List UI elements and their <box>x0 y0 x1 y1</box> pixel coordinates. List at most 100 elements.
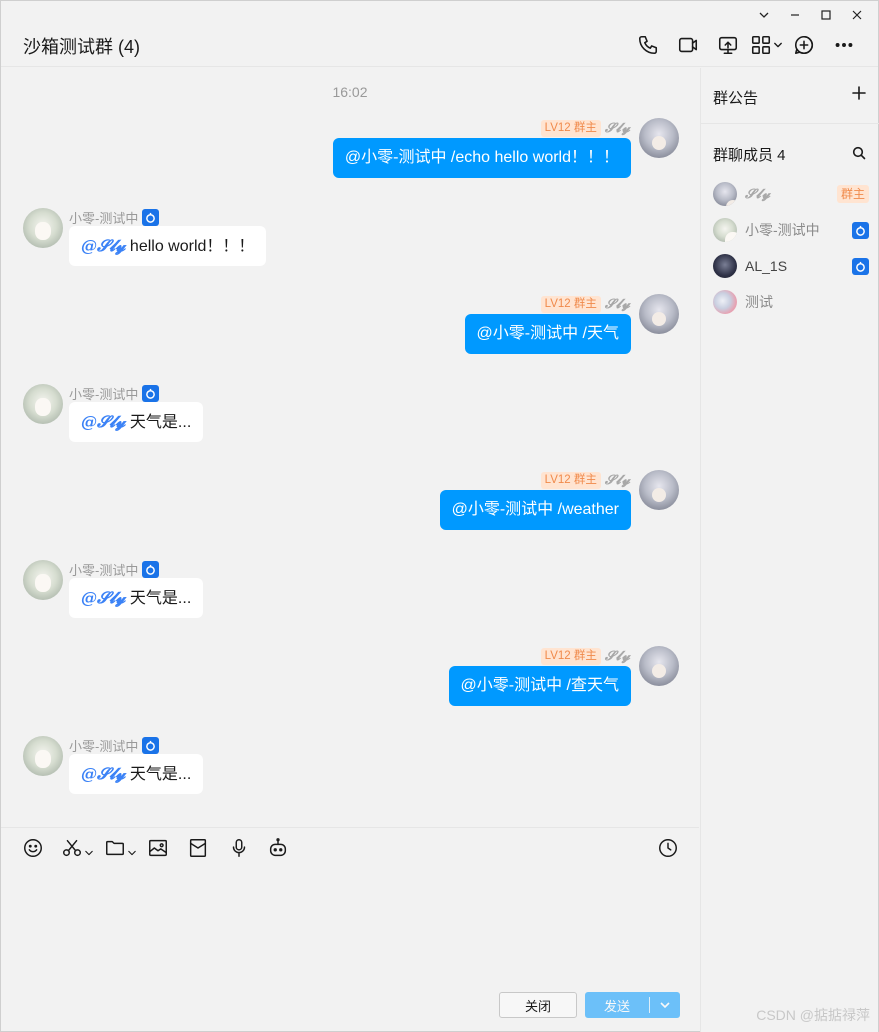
bot-icon <box>142 561 160 578</box>
sender-name[interactable]: 𝓢𝓵𝔂 <box>605 649 631 664</box>
more-options-icon[interactable] <box>824 31 864 59</box>
message-outgoing: LV12 群主 𝓢𝓵𝔂 @小零-测试中 /echo hello world！！！ <box>1 118 699 188</box>
sender-meta: 小零-测试中 <box>69 736 160 755</box>
bot-icon <box>142 385 160 402</box>
member-name: 小零-测试中 <box>745 222 820 238</box>
apps-grid-icon[interactable] <box>748 31 784 59</box>
message-text: hello world！！！ <box>125 238 255 255</box>
message-list[interactable]: 16:02 LV12 群主 𝓢𝓵𝔂 @小零-测试中 /echo hello wo… <box>1 68 699 826</box>
bot-icon <box>852 257 869 275</box>
member-name: AL_1S <box>745 258 788 274</box>
message-bubble[interactable]: @小零-测试中 /天气 <box>464 314 631 354</box>
folder-icon[interactable] <box>104 836 136 860</box>
close-button[interactable]: 关闭 <box>499 992 577 1018</box>
avatar <box>713 182 737 206</box>
message-outgoing: LV12 群主 𝓢𝓵𝔂 @小零-测试中 /weather <box>1 470 699 540</box>
header-actions <box>628 31 864 59</box>
sender-name[interactable]: 𝓢𝓵𝔂 <box>605 297 631 312</box>
mention[interactable]: @𝓢𝓵𝔂 <box>81 236 125 255</box>
sender-name[interactable]: 小零-测试中 <box>69 208 138 227</box>
chevron-down-icon[interactable] <box>748 5 779 25</box>
phone-icon[interactable] <box>628 31 668 59</box>
member-name: 测试 <box>745 294 773 310</box>
message-bubble[interactable]: @小零-测试中 /echo hello world！！！ <box>332 138 631 178</box>
mention[interactable]: @𝓢𝓵𝔂 <box>81 588 125 607</box>
message-text: 天气是... <box>125 590 192 607</box>
sender-name[interactable]: 小零-测试中 <box>69 384 138 403</box>
message-outgoing: LV12 群主 𝓢𝓵𝔂 @小零-测试中 /天气 <box>1 294 699 364</box>
image-icon[interactable] <box>147 836 169 860</box>
avatar[interactable] <box>23 208 63 248</box>
screen-share-icon[interactable] <box>708 31 748 59</box>
sender-meta: 小零-测试中 <box>69 560 160 579</box>
member-item[interactable]: AL_1S <box>713 253 869 279</box>
sender-meta: LV12 群主 𝓢𝓵𝔂 <box>540 648 631 665</box>
sender-meta: 小零-测试中 <box>69 384 160 403</box>
search-icon[interactable] <box>852 146 866 165</box>
avatar[interactable] <box>639 646 679 686</box>
plus-icon[interactable] <box>852 86 866 105</box>
avatar[interactable] <box>23 560 63 600</box>
emoji-icon[interactable] <box>22 836 44 860</box>
member-item[interactable]: 𝓢𝓵𝔂 群主 <box>713 181 869 207</box>
mention[interactable]: @𝓢𝓵𝔂 <box>81 764 125 783</box>
minimize-icon[interactable] <box>779 5 810 25</box>
screenshot-scissors-icon[interactable] <box>61 836 93 860</box>
sender-name[interactable]: 小零-测试中 <box>69 560 138 579</box>
message-bubble[interactable]: @𝓢𝓵𝔂 hello world！！！ <box>69 226 267 266</box>
announcement-title[interactable]: 群公告 <box>713 87 758 108</box>
group-sidebar: 群公告 群聊成员 4 𝓢𝓵𝔂 群主 小零-测试中 AL_1S 测试 <box>700 68 879 1032</box>
microphone-icon[interactable] <box>228 836 250 860</box>
member-name: 𝓢𝓵𝔂 <box>745 186 772 202</box>
composer-toolbar <box>1 827 699 869</box>
chevron-down-icon[interactable] <box>650 1000 680 1010</box>
history-clock-icon[interactable] <box>657 836 679 860</box>
bot-icon <box>852 221 869 239</box>
sender-meta: 小零-测试中 <box>69 208 160 227</box>
chat-header: 沙箱测试群 (4) <box>1 27 878 67</box>
level-badge: LV12 群主 <box>540 648 601 665</box>
red-packet-icon[interactable] <box>187 836 209 860</box>
level-badge: LV12 群主 <box>540 296 601 313</box>
avatar[interactable] <box>639 470 679 510</box>
message-incoming: 小零-测试中 @𝓢𝓵𝔂 hello world！！！ <box>1 208 699 278</box>
watermark: CSDN @掂掂禄萍 <box>756 1007 870 1023</box>
window-controls <box>748 5 872 25</box>
avatar <box>713 218 737 242</box>
sender-name[interactable]: 𝓢𝓵𝔂 <box>605 473 631 488</box>
message-outgoing: LV12 群主 𝓢𝓵𝔂 @小零-测试中 /查天气 <box>1 646 699 716</box>
avatar <box>713 290 737 314</box>
close-icon[interactable] <box>841 5 872 25</box>
message-bubble[interactable]: @𝓢𝓵𝔂 天气是... <box>69 578 204 618</box>
video-call-icon[interactable] <box>668 31 708 59</box>
sender-name[interactable]: 𝓢𝓵𝔂 <box>605 121 631 136</box>
message-bubble[interactable]: @𝓢𝓵𝔂 天气是... <box>69 402 204 442</box>
chat-window: 沙箱测试群 (4) 16:02 LV12 群主 𝓢𝓵𝔂 @小零-测试中 /ech… <box>0 0 879 1032</box>
sender-name[interactable]: 小零-测试中 <box>69 736 138 755</box>
mention[interactable]: @𝓢𝓵𝔂 <box>81 412 125 431</box>
robot-icon[interactable] <box>267 836 289 860</box>
avatar[interactable] <box>23 736 63 776</box>
member-item[interactable]: 测试 <box>713 289 869 315</box>
divider <box>701 123 879 124</box>
bot-icon <box>142 737 160 754</box>
message-bubble[interactable]: @小零-测试中 /weather <box>439 490 631 530</box>
avatar[interactable] <box>23 384 63 424</box>
avatar[interactable] <box>639 294 679 334</box>
add-chat-icon[interactable] <box>784 31 824 59</box>
avatar <box>713 254 737 278</box>
members-title: 群聊成员 4 <box>713 147 786 164</box>
message-incoming: 小零-测试中 @𝓢𝓵𝔂 天气是... <box>1 736 699 806</box>
message-incoming: 小零-测试中 @𝓢𝓵𝔂 天气是... <box>1 384 699 454</box>
group-title[interactable]: 沙箱测试群 (4) <box>23 33 140 59</box>
sender-meta: LV12 群主 𝓢𝓵𝔂 <box>540 120 631 137</box>
send-button[interactable]: 发送 <box>585 992 680 1018</box>
message-bubble[interactable]: @𝓢𝓵𝔂 天气是... <box>69 754 204 794</box>
level-badge: LV12 群主 <box>540 472 601 489</box>
owner-badge: 群主 <box>836 185 869 203</box>
message-input[interactable] <box>1 869 699 989</box>
member-item[interactable]: 小零-测试中 <box>713 217 869 243</box>
avatar[interactable] <box>639 118 679 158</box>
message-bubble[interactable]: @小零-测试中 /查天气 <box>448 666 631 706</box>
maximize-icon[interactable] <box>810 5 841 25</box>
